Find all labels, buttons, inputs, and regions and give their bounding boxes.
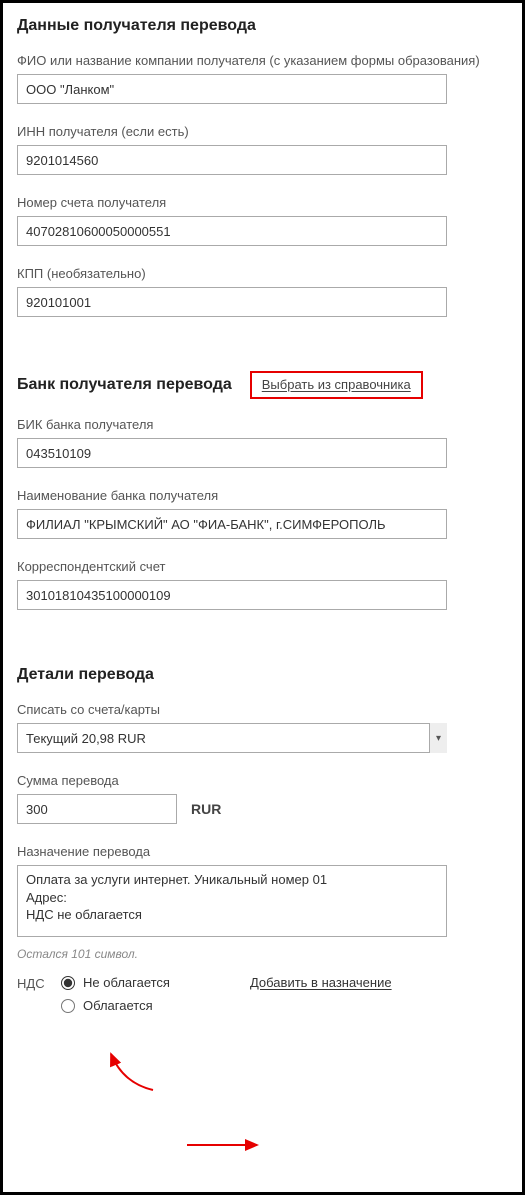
from-account-select[interactable]: Текущий 20,98 RUR [17,723,447,753]
recipient-heading: Данные получателя перевода [17,17,508,35]
amount-label: Сумма перевода [17,773,508,788]
bank-bik-input[interactable] [17,438,447,468]
vat-label: НДС [17,975,61,991]
recipient-kpp-input[interactable] [17,287,447,317]
add-to-purpose-link[interactable]: Добавить в назначение [250,975,392,990]
recipient-inn-label: ИНН получателя (если есть) [17,124,508,139]
recipient-name-label: ФИО или название компании получателя (с … [17,53,508,68]
vat-radio-yes[interactable] [61,999,75,1013]
recipient-account-label: Номер счета получателя [17,195,508,210]
vat-radio-yes-label: Облагается [83,998,153,1013]
purpose-textarea[interactable] [17,865,447,937]
recipient-inn-input[interactable] [17,145,447,175]
bank-bik-label: БИК банка получателя [17,417,508,432]
bank-corr-input[interactable] [17,580,447,610]
purpose-label: Назначение перевода [17,844,508,859]
bank-name-label: Наименование банка получателя [17,488,508,503]
recipient-account-input[interactable] [17,216,447,246]
chars-left-hint: Остался 101 символ. [17,947,508,961]
recipient-name-input[interactable] [17,74,447,104]
bank-name-input[interactable] [17,509,447,539]
recipient-kpp-label: КПП (необязательно) [17,266,508,281]
vat-radio-no-label: Не облагается [83,975,170,990]
currency-label: RUR [191,801,221,817]
annotation-arrow-icon [185,1136,265,1154]
bank-corr-label: Корреспондентский счет [17,559,508,574]
bank-heading: Банк получателя перевода [17,376,232,394]
from-account-label: Списать со счета/карты [17,702,508,717]
pick-from-directory-link[interactable]: Выбрать из справочника [250,371,423,399]
amount-input[interactable] [17,794,177,824]
annotation-arrow-icon [103,1048,163,1093]
details-heading: Детали перевода [17,666,508,684]
vat-radio-no[interactable] [61,976,75,990]
